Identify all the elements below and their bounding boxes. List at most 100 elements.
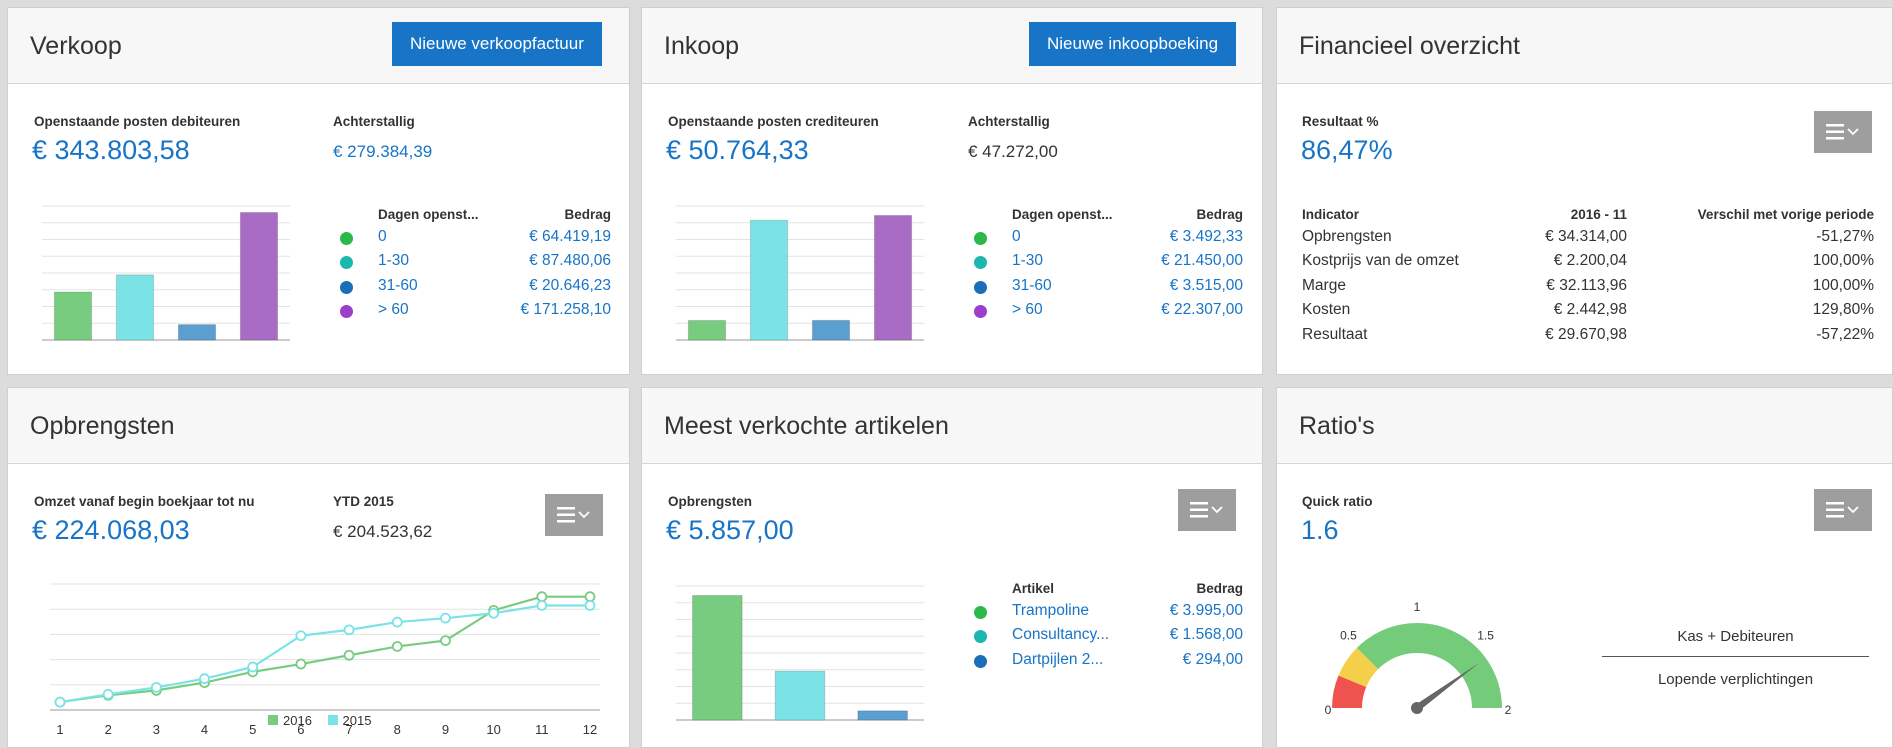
col-period-header: 2016 - 11 — [1570, 207, 1627, 222]
indicator-row: Opbrengsten € 34.314,00 -51,27% — [1302, 228, 1874, 253]
aging-row: > 60 € 171.258,10 — [336, 301, 611, 326]
aging-amount-link[interactable]: € 64.419,19 — [529, 228, 611, 246]
col-item-header: Artikel — [1012, 581, 1055, 596]
revenue-menu-button[interactable] — [545, 494, 603, 536]
item-amount-link[interactable]: € 1.568,00 — [1170, 626, 1243, 644]
items-revenue-value[interactable]: € 5.857,00 — [666, 515, 794, 546]
top-items-header: Meest verkochte artikelen — [642, 388, 1262, 464]
point-2015[interactable] — [488, 607, 500, 619]
turnover-value[interactable]: € 224.068,03 — [32, 515, 190, 546]
bar-0[interactable] — [687, 320, 727, 341]
legend-swatch-2015 — [327, 715, 338, 725]
point-2016[interactable] — [440, 635, 451, 647]
series-line-2015 — [59, 604, 590, 704]
items-menu-button[interactable] — [1178, 489, 1236, 531]
aging-amount-link[interactable]: € 22.307,00 — [1161, 301, 1243, 319]
x-tick-label: 8 — [394, 722, 401, 737]
bar-dartpijlen-2-[interactable] — [857, 710, 908, 721]
bar-trampoline[interactable] — [692, 595, 743, 721]
indicator-name: Marge — [1302, 276, 1346, 294]
item-amount-link[interactable]: € 3.995,00 — [1170, 602, 1243, 620]
point-2015[interactable] — [247, 661, 259, 673]
open-debtors-value[interactable]: € 343.803,58 — [32, 135, 190, 166]
indicator-diff: 100,00% — [1812, 252, 1874, 269]
result-pct-value[interactable]: 86,47% — [1301, 135, 1393, 166]
legend-label-2016[interactable]: 2016 — [283, 713, 312, 728]
legend-dot-icon — [340, 280, 353, 294]
x-tick-label: 3 — [153, 722, 160, 737]
aging-row: 1-30 € 87.480,06 — [336, 252, 611, 277]
ratio-numerator: Kas + Debiteuren — [1677, 628, 1794, 645]
aging-label-link[interactable]: > 60 — [378, 301, 409, 319]
aging-row: 31-60 € 3.515,00 — [970, 277, 1243, 302]
bar-1-30[interactable] — [115, 274, 155, 341]
bar-1-30[interactable] — [749, 219, 789, 341]
bar-31-60[interactable] — [811, 319, 851, 341]
legend-swatch-2016 — [268, 715, 278, 725]
top-items-title: Meest verkochte artikelen — [664, 412, 949, 440]
bar-31-60[interactable] — [177, 324, 217, 341]
aging-label-link[interactable]: 0 — [1012, 228, 1021, 246]
ratios-card: Ratio's Quick ratio 1.6 0 0.5 1 1.5 2 Kas + … — [1276, 387, 1893, 748]
indicator-name: Kostprijs van de omzet — [1302, 252, 1459, 269]
verkoop-title: Verkoop — [30, 32, 122, 60]
point-2015[interactable] — [199, 673, 210, 685]
verkoop-aging-table: Dagen openst... Bedrag 0 € 64.419,19 1-30 € … — [336, 203, 611, 326]
overdue-value[interactable]: € 279.384,39 — [333, 142, 432, 162]
ratios-title: Ratio's — [1299, 412, 1375, 440]
financial-menu-button[interactable] — [1814, 111, 1872, 153]
point-2016[interactable] — [584, 591, 596, 603]
col-amount-header: Bedrag — [1196, 581, 1243, 596]
aging-amount-link[interactable]: € 3.515,00 — [1170, 277, 1243, 295]
top-items-bar-chart — [676, 585, 924, 721]
point-2015[interactable] — [391, 616, 403, 628]
indicator-value: € 29.670,98 — [1545, 325, 1627, 343]
aging-label-link[interactable]: 1-30 — [378, 252, 409, 270]
point-2016[interactable] — [536, 591, 548, 603]
new-purchase-booking-button[interactable]: Nieuwe inkoopboeking — [1029, 22, 1237, 66]
point-2015[interactable] — [54, 696, 66, 708]
point-2016[interactable] — [343, 649, 355, 661]
point-2016[interactable] — [391, 641, 403, 652]
item-label-link[interactable]: Consultancy... — [1012, 626, 1109, 644]
gauge-tick-label: 0.5 — [1340, 628, 1357, 642]
item-label-link[interactable]: Dartpijlen 2... — [1012, 651, 1103, 669]
aging-amount-link[interactable]: € 3.492,33 — [1170, 228, 1243, 246]
ratios-menu-button[interactable] — [1814, 489, 1872, 531]
point-2016[interactable] — [295, 658, 307, 670]
point-2015[interactable] — [440, 612, 451, 624]
point-2015[interactable] — [343, 624, 355, 636]
inkoop-card: Inkoop Nieuwe inkoopboeking Openstaande … — [641, 7, 1263, 375]
quick-ratio-value[interactable]: 1.6 — [1301, 515, 1339, 546]
bar--60[interactable] — [239, 212, 279, 341]
aging-label-link[interactable]: 0 — [378, 228, 387, 246]
aging-label-link[interactable]: 31-60 — [1012, 277, 1052, 295]
aging-amount-link[interactable]: € 21.450,00 — [1161, 252, 1243, 270]
open-creditors-value[interactable]: € 50.764,33 — [666, 135, 809, 166]
new-sales-invoice-button[interactable]: Nieuwe verkoopfactuur — [392, 22, 602, 66]
aging-label-link[interactable]: 31-60 — [378, 277, 418, 295]
aging-label-link[interactable]: > 60 — [1012, 301, 1043, 319]
bar--60[interactable] — [873, 214, 913, 341]
menu-chevron-icon — [1826, 124, 1859, 140]
item-label-link[interactable]: Trampoline — [1012, 602, 1089, 620]
aging-row: 0 € 3.492,33 — [970, 228, 1243, 253]
financial-indicator-table: Indicator 2016 - 11 Verschil met vorige pe… — [1302, 203, 1874, 350]
point-2015[interactable] — [150, 682, 162, 693]
x-tick-label: 1 — [56, 722, 63, 737]
legend-label-2015[interactable]: 2015 — [343, 713, 372, 728]
point-2015[interactable] — [584, 600, 596, 611]
point-2015[interactable] — [536, 600, 548, 611]
aging-label-link[interactable]: 1-30 — [1012, 252, 1043, 270]
point-2015[interactable] — [102, 688, 114, 700]
x-tick-label: 9 — [442, 722, 449, 737]
item-amount-link[interactable]: € 294,00 — [1183, 651, 1243, 669]
point-2015[interactable] — [295, 630, 307, 642]
aging-amount-link[interactable]: € 20.646,23 — [529, 277, 611, 295]
aging-row: 0 € 64.419,19 — [336, 228, 611, 253]
bar-consultancy-[interactable] — [774, 670, 826, 721]
bar-0[interactable] — [53, 291, 93, 341]
aging-amount-link[interactable]: € 87.480,06 — [529, 252, 611, 270]
financial-overview-card: Financieel overzicht Resultaat % 86,47% … — [1276, 7, 1893, 375]
aging-amount-link[interactable]: € 171.258,10 — [520, 301, 611, 319]
